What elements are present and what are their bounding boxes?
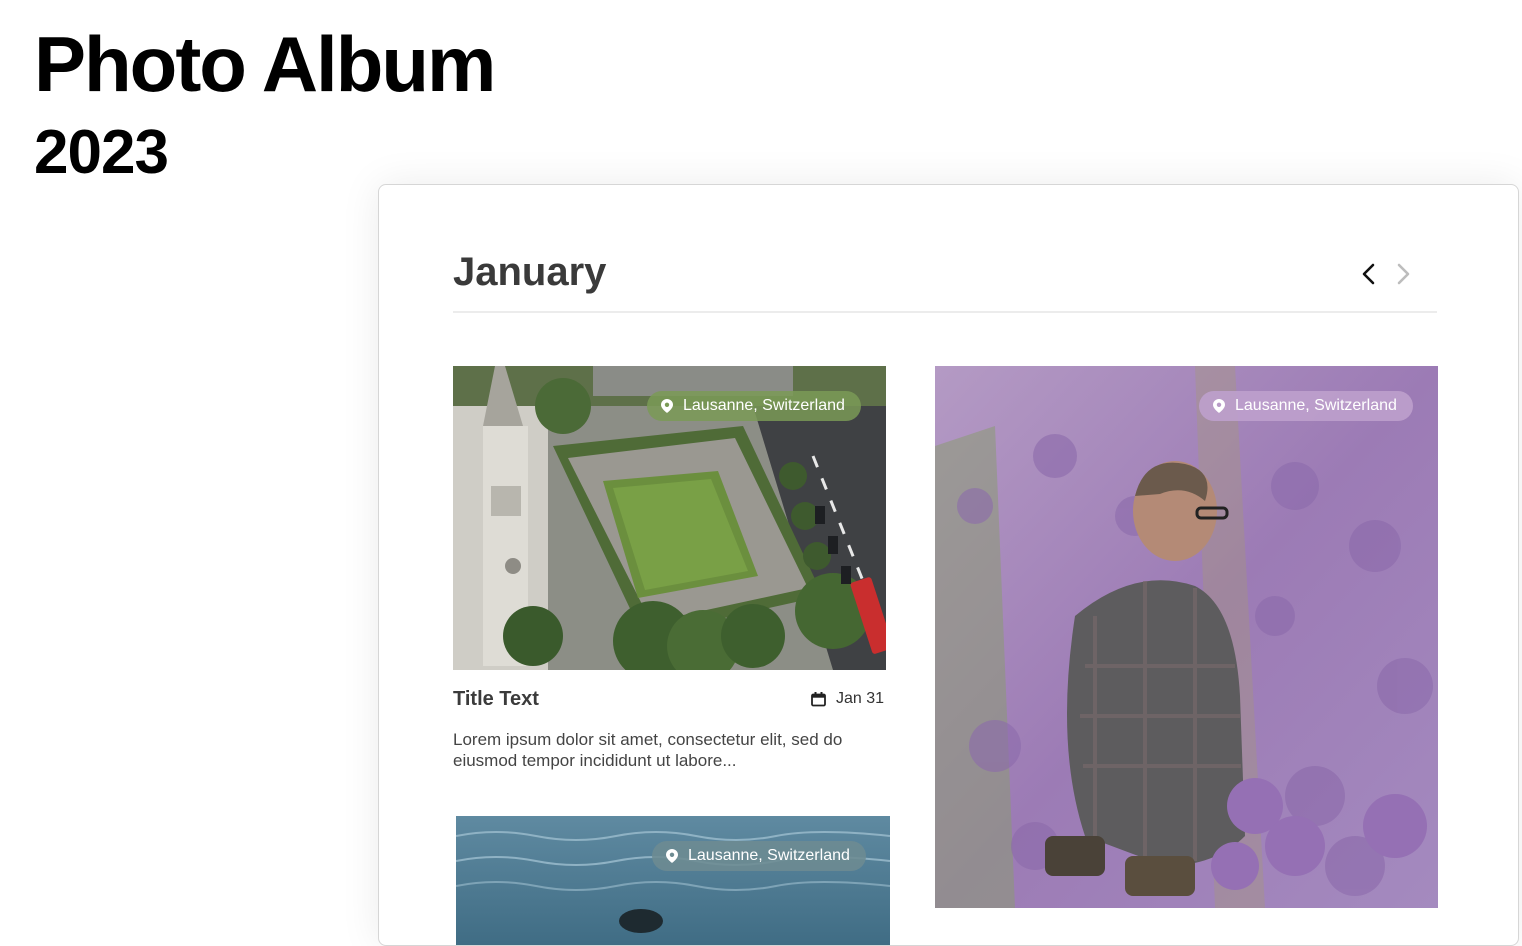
post-title[interactable]: Title Text <box>453 688 539 711</box>
location-badge[interactable]: Lausanne, Switzerland <box>1199 391 1413 421</box>
album-card: January Lausanne, Switzerland Title Text… <box>378 184 1519 946</box>
month-title: January <box>453 250 607 294</box>
photo-card-lavender[interactable]: Lausanne, Switzerland <box>935 366 1438 908</box>
month-header: January <box>453 245 1437 313</box>
calendar-icon <box>811 691 826 706</box>
water-photo <box>456 816 890 945</box>
chevron-left-icon <box>1362 263 1375 285</box>
previous-month-button[interactable] <box>1357 261 1381 287</box>
location-label: Lausanne, Switzerland <box>1235 397 1397 414</box>
location-label: Lausanne, Switzerland <box>683 397 845 414</box>
photo-card-water[interactable]: Lausanne, Switzerland <box>456 816 890 945</box>
post-date: Jan 31 <box>811 690 884 708</box>
map-pin-icon <box>666 849 678 863</box>
lavender-field-photo <box>935 366 1438 908</box>
photo-card-aerial[interactable]: Lausanne, Switzerland <box>453 366 886 670</box>
location-label: Lausanne, Switzerland <box>688 847 850 864</box>
map-pin-icon <box>1213 399 1225 413</box>
location-badge[interactable]: Lausanne, Switzerland <box>652 841 866 871</box>
location-badge[interactable]: Lausanne, Switzerland <box>647 391 861 421</box>
next-month-button[interactable] <box>1391 261 1415 287</box>
map-pin-icon <box>661 399 673 413</box>
year-title: 2023 <box>34 118 169 187</box>
post-date-text: Jan 31 <box>836 690 885 707</box>
post-excerpt: Lorem ipsum dolor sit amet, consectetur … <box>453 730 843 770</box>
page-title: Photo Album <box>34 20 496 108</box>
chevron-right-icon <box>1397 263 1410 285</box>
